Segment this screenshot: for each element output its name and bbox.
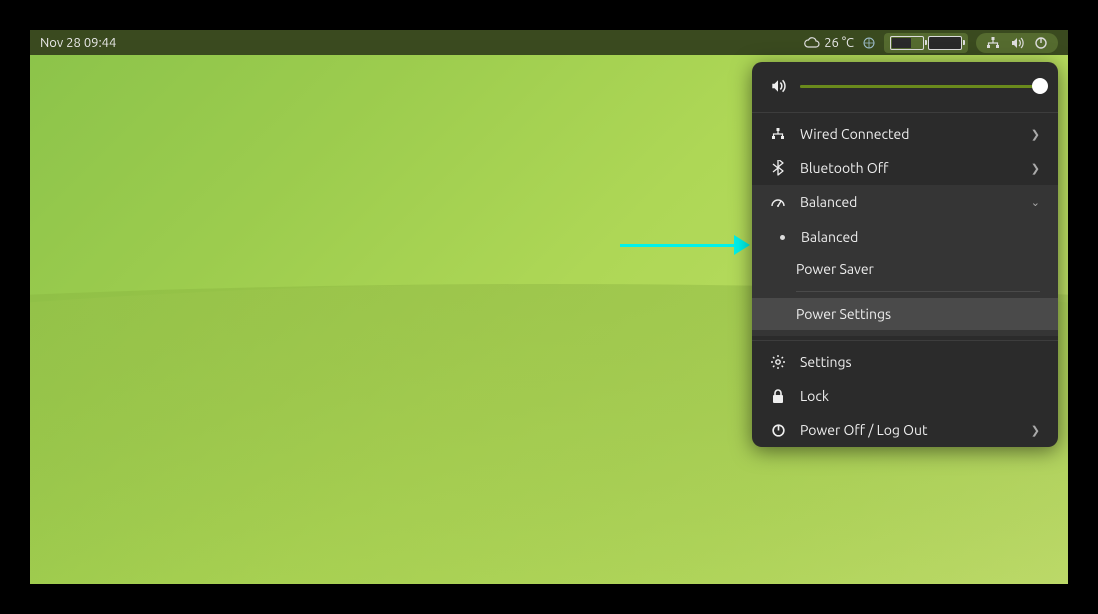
lock-label: Lock (800, 388, 1040, 404)
battery-icon (928, 36, 962, 50)
power-mode-option-power-saver[interactable]: Power Saver (752, 253, 1058, 285)
temperature-label: 26 °C (824, 36, 854, 50)
chevron-down-icon: ⌄ (1031, 196, 1040, 209)
power-icon (1034, 36, 1048, 50)
menu-separator (752, 112, 1058, 113)
power-off-menu-item[interactable]: Power Off / Log Out ❯ (752, 413, 1058, 447)
annotation-arrow (620, 235, 750, 255)
option-label: Power Settings (796, 306, 891, 322)
volume-icon (1010, 36, 1024, 50)
chevron-right-icon: ❯ (1031, 162, 1040, 175)
option-label: Power Saver (796, 261, 874, 277)
power-icon (770, 423, 786, 438)
selected-bullet-icon (780, 235, 785, 240)
network-label: Wired Connected (800, 126, 1017, 142)
lock-menu-item[interactable]: Lock (752, 379, 1058, 413)
settings-label: Settings (800, 354, 1040, 370)
menu-separator (752, 340, 1058, 341)
cloud-icon (804, 37, 820, 49)
power-mode-label: Balanced (800, 194, 1017, 210)
power-mode-menu-item[interactable]: Balanced ⌄ (752, 185, 1058, 219)
system-menu: Wired Connected ❯ Bluetooth Off ❯ Balanc… (752, 62, 1058, 447)
status-menu-trigger[interactable] (976, 33, 1058, 53)
battery-icon (890, 36, 924, 50)
submenu-separator (796, 291, 1040, 292)
input-source-icon[interactable] (862, 36, 876, 50)
power-off-label: Power Off / Log Out (800, 422, 1017, 438)
speedometer-icon (770, 194, 786, 210)
weather-indicator[interactable]: 26 °C (804, 36, 854, 50)
network-icon (986, 36, 1000, 50)
power-mode-option-balanced[interactable]: Balanced (752, 221, 1058, 253)
volume-slider-row (752, 62, 1058, 108)
volume-icon (770, 78, 786, 94)
desktop-frame: Nov 28 09:44 26 °C (30, 30, 1068, 584)
chevron-right-icon: ❯ (1031, 128, 1040, 141)
option-label: Balanced (801, 229, 858, 245)
top-bar: Nov 28 09:44 26 °C (30, 30, 1068, 55)
network-icon (770, 127, 786, 141)
lock-icon (770, 388, 786, 404)
clock-label[interactable]: Nov 28 09:44 (40, 36, 116, 50)
bluetooth-label: Bluetooth Off (800, 160, 1017, 176)
power-mode-submenu: Balanced Power Saver Power Settings (752, 219, 1058, 336)
battery-indicator[interactable] (884, 33, 968, 53)
network-menu-item[interactable]: Wired Connected ❯ (752, 117, 1058, 151)
chevron-right-icon: ❯ (1031, 424, 1040, 437)
volume-slider[interactable] (800, 85, 1040, 88)
gear-icon (770, 354, 786, 370)
settings-menu-item[interactable]: Settings (752, 345, 1058, 379)
power-settings-item[interactable]: Power Settings (752, 298, 1058, 330)
bluetooth-menu-item[interactable]: Bluetooth Off ❯ (752, 151, 1058, 185)
bluetooth-icon (770, 160, 786, 176)
volume-thumb[interactable] (1032, 78, 1048, 94)
